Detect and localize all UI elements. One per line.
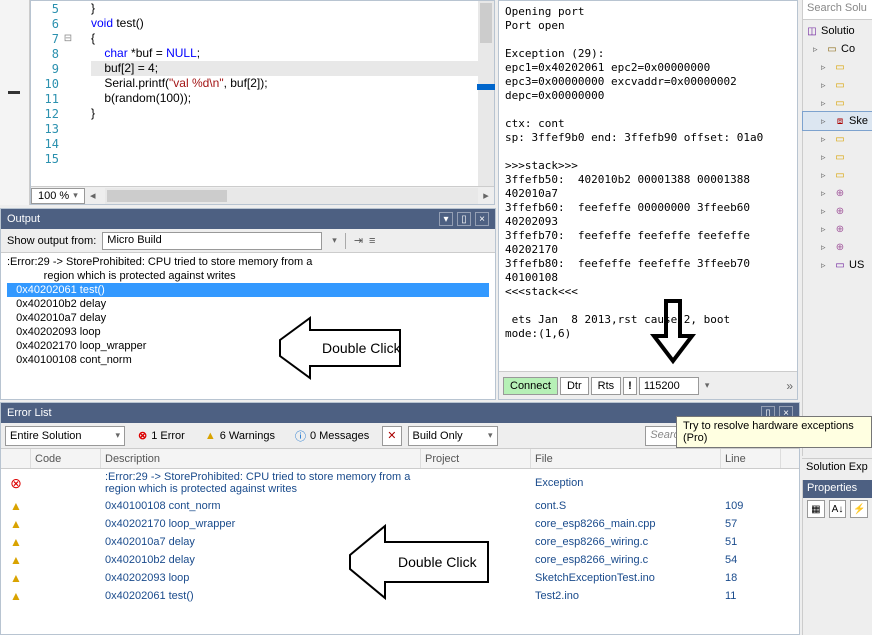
output-find-icon[interactable]: ⇥ bbox=[354, 234, 363, 247]
properties-title: Properties bbox=[803, 480, 872, 498]
scroll-right-icon[interactable]: ▸ bbox=[478, 188, 494, 204]
connect-button[interactable]: Connect bbox=[503, 377, 558, 395]
serial-menu-icon[interactable]: » bbox=[786, 379, 793, 393]
close-icon[interactable]: × bbox=[475, 212, 489, 226]
error-row[interactable]: ⊗:Error:29 -> StoreProhibited: CPU tried… bbox=[1, 469, 799, 497]
dropdown-icon[interactable]: ▾ bbox=[439, 212, 453, 226]
baud-dropdown-icon[interactable]: ▾ bbox=[705, 380, 710, 391]
solution-tree[interactable]: ◫ Solutio ▹▭Co▹▭▹▭▹▭▹⧈Ske▹▭▹▭▹▭▹⊕▹⊕▹⊕▹⊕▹… bbox=[803, 20, 872, 276]
events-icon[interactable]: ⚡ bbox=[850, 500, 868, 518]
line-gutter: 567⊟89101112131415 bbox=[31, 1, 81, 184]
annotation-down-arrow bbox=[648, 296, 698, 366]
error-row[interactable]: ▲0x402010a7 delaycore_esp8266_wiring.c51 bbox=[1, 533, 799, 551]
output-toolbar: Show output from: Micro Build ▾ ⇥ ≡ bbox=[1, 229, 495, 253]
solution-item[interactable]: ▹⧈Ske bbox=[803, 112, 872, 130]
rts-button[interactable]: Rts bbox=[591, 377, 622, 395]
output-title-bar[interactable]: Output ▾ ▯ × bbox=[1, 209, 495, 229]
pin-icon[interactable]: ▯ bbox=[457, 212, 471, 226]
serial-toolbar: Connect Dtr Rts ! 115200 ▾ » bbox=[499, 371, 797, 399]
info-icon: ⓘ bbox=[295, 428, 306, 444]
errorlist-rows[interactable]: ⊗:Error:29 -> StoreProhibited: CPU tried… bbox=[1, 469, 799, 605]
messages-filter[interactable]: ⓘ0 Messages bbox=[288, 426, 376, 446]
error-row[interactable]: ▲0x40100108 cont_normcont.S109 bbox=[1, 497, 799, 515]
exception-button[interactable]: ! bbox=[623, 377, 637, 395]
properties-toolbar: ▦ A↓ ⚡ bbox=[803, 498, 872, 520]
scroll-left-icon[interactable]: ◂ bbox=[85, 188, 101, 204]
solution-item[interactable]: ▹▭ bbox=[803, 58, 872, 76]
error-row[interactable]: ▲0x402010b2 delaycore_esp8266_wiring.c54 bbox=[1, 551, 799, 569]
zoom-level[interactable]: 100 %▾ bbox=[31, 188, 85, 204]
error-row[interactable]: ▲0x40202061 test()Test2.ino11 bbox=[1, 587, 799, 605]
editor-h-scrollbar[interactable] bbox=[105, 188, 478, 204]
solution-item[interactable]: ▹▭ bbox=[803, 76, 872, 94]
build-intellisense-select[interactable]: Build Only▾ bbox=[408, 426, 498, 446]
bp-marker[interactable] bbox=[8, 91, 20, 94]
error-icon: ⊗ bbox=[138, 429, 147, 442]
error-row[interactable]: ▲0x40202170 loop_wrappercore_esp8266_mai… bbox=[1, 515, 799, 533]
scope-select[interactable]: Entire Solution▾ bbox=[5, 426, 125, 446]
code-editor[interactable]: 567⊟89101112131415 }void test(){ char *b… bbox=[30, 0, 495, 205]
tooltip: Try to resolve hardware exceptions (Pro) bbox=[676, 416, 872, 448]
errors-filter[interactable]: ⊗1 Error bbox=[131, 426, 192, 446]
alpha-sort-icon[interactable]: A↓ bbox=[829, 500, 847, 518]
solution-item[interactable]: ▹▭ bbox=[803, 94, 872, 112]
errorlist-title: Error List bbox=[7, 407, 52, 419]
warnings-filter[interactable]: ▲6 Warnings bbox=[198, 426, 282, 446]
baud-select[interactable]: 115200 bbox=[639, 377, 699, 395]
output-select-caret-icon[interactable]: ▾ bbox=[332, 235, 337, 246]
solution-item[interactable]: ▹⊕ bbox=[803, 238, 872, 256]
solution-explorer-tab[interactable]: Solution Exp bbox=[802, 458, 872, 476]
filter-x-icon: ✕ bbox=[387, 429, 396, 442]
output-text[interactable]: :Error:29 -> StoreProhibited: CPU tried … bbox=[1, 253, 495, 395]
errorlist-header[interactable]: Code Description Project File Line bbox=[1, 449, 799, 469]
solution-item[interactable]: ▹⊕ bbox=[803, 202, 872, 220]
categorize-icon[interactable]: ▦ bbox=[807, 500, 825, 518]
solution-item[interactable]: ▹⊕ bbox=[803, 220, 872, 238]
solution-item[interactable]: ▹⊕ bbox=[803, 184, 872, 202]
output-title: Output bbox=[7, 213, 40, 225]
solution-item[interactable]: ▹▭ bbox=[803, 148, 872, 166]
solution-item[interactable]: ▹▭ bbox=[803, 130, 872, 148]
output-panel: Output ▾ ▯ × Show output from: Micro Bui… bbox=[0, 208, 496, 400]
output-source-select[interactable]: Micro Build bbox=[102, 232, 322, 250]
clear-filter-button[interactable]: ✕ bbox=[382, 426, 401, 446]
solution-explorer: Search Solu ◫ Solutio ▹▭Co▹▭▹▭▹▭▹⧈Ske▹▭▹… bbox=[802, 0, 872, 456]
output-clear-icon[interactable]: ≡ bbox=[369, 235, 375, 247]
editor-v-scrollbar[interactable] bbox=[478, 1, 494, 186]
output-from-label: Show output from: bbox=[7, 235, 96, 247]
solution-root[interactable]: ◫ Solutio bbox=[803, 22, 872, 40]
editor-status-bar: 100 %▾ ◂ ▸ bbox=[31, 186, 494, 204]
solution-item[interactable]: ▹▭US bbox=[803, 256, 872, 274]
solution-item[interactable]: ▹▭ bbox=[803, 166, 872, 184]
code-body[interactable]: }void test(){ char *buf = NULL; buf[2] =… bbox=[91, 1, 494, 184]
dtr-button[interactable]: Dtr bbox=[560, 377, 589, 395]
error-row[interactable]: ▲0x40202093 loopSketchExceptionTest.ino1… bbox=[1, 569, 799, 587]
solution-search[interactable]: Search Solu bbox=[803, 0, 872, 20]
solution-root-label: Solutio bbox=[821, 25, 855, 37]
warning-icon: ▲ bbox=[205, 430, 216, 442]
solution-item[interactable]: ▹▭Co bbox=[803, 40, 872, 58]
properties-panel: Properties ▦ A↓ ⚡ bbox=[802, 480, 872, 635]
solution-icon: ◫ bbox=[805, 24, 819, 38]
